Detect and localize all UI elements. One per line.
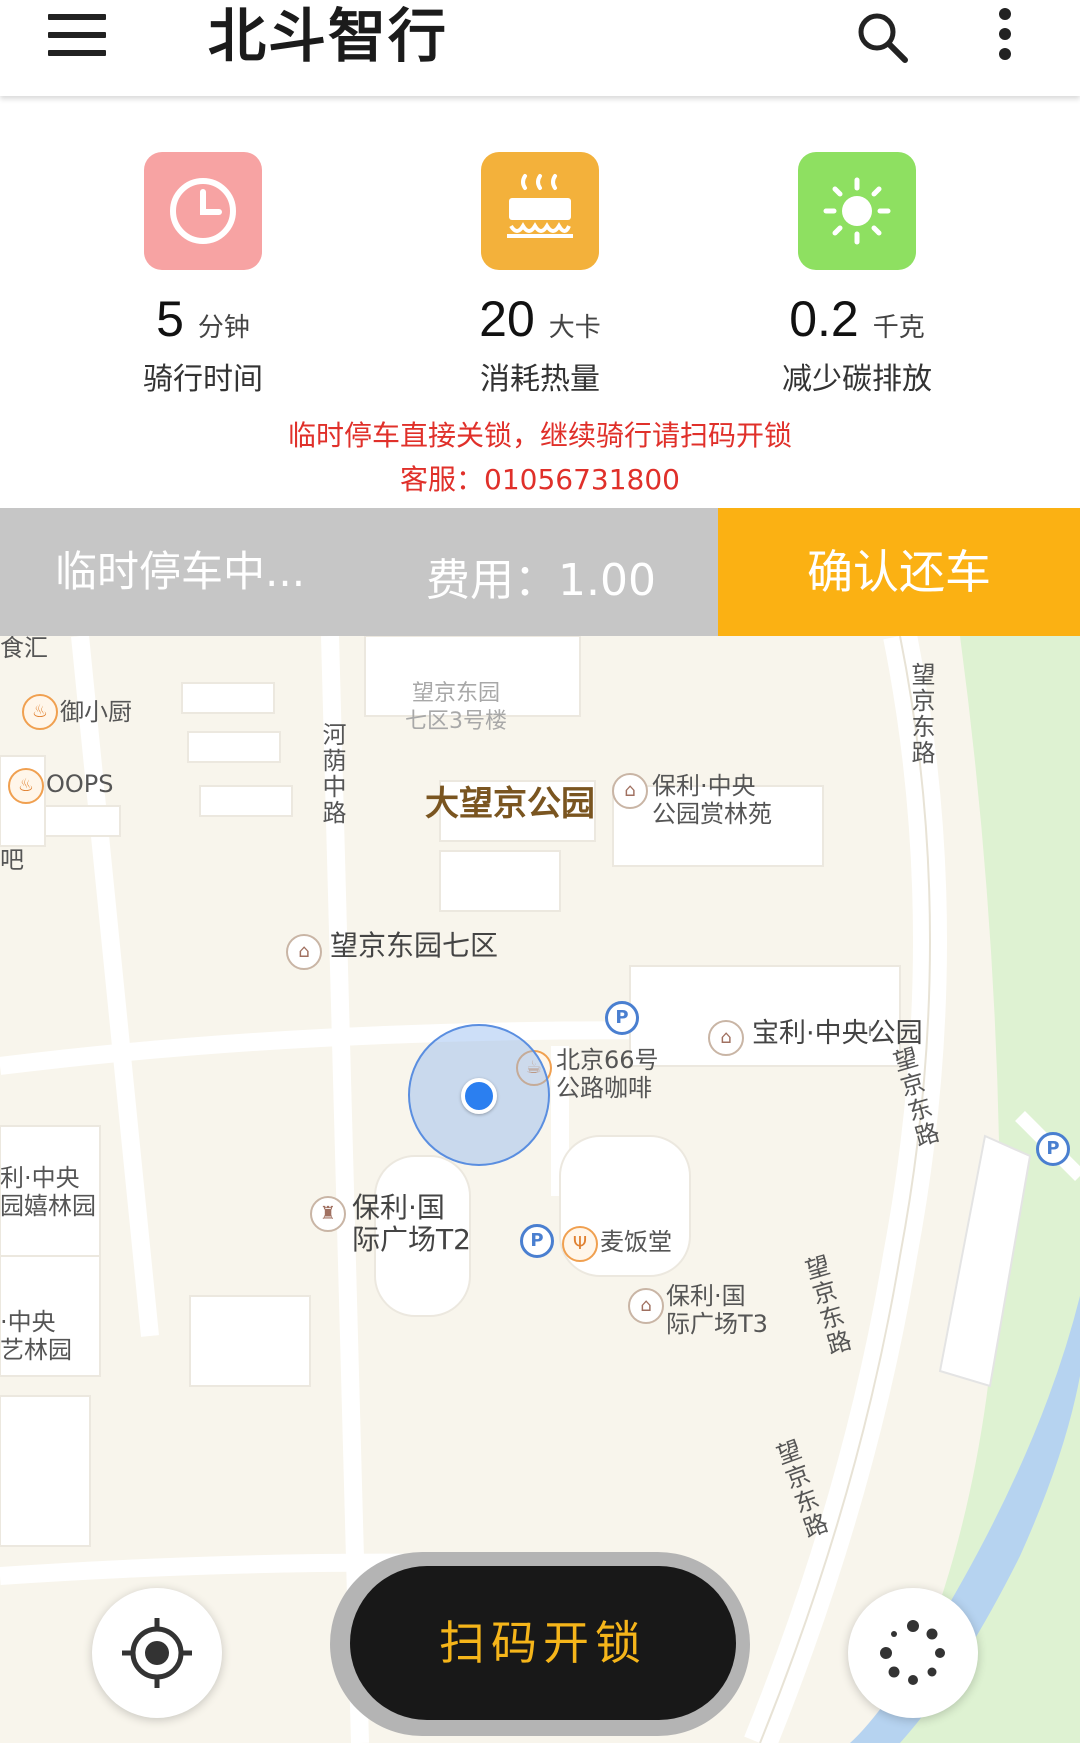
- map-label-yuxiaochu: 御小厨: [60, 698, 132, 726]
- map-label-wangjing-east-road-top: 望京东路: [907, 662, 935, 766]
- app-title: 北斗智行: [208, 2, 449, 70]
- calories-unit: 大卡: [548, 313, 601, 343]
- customer-service-phone: 客服：01056731800: [400, 463, 680, 496]
- ride-stats-panel: 5 分钟 骑行时间 20 大卡 消耗热量 0.2 千克 减少碳排放 临时停车直接…: [0, 96, 1080, 506]
- parking-status-text: 临时停车中...: [55, 547, 306, 596]
- restaurant-icon[interactable]: ♨: [22, 694, 58, 730]
- app-bar: 北斗智行: [0, 0, 1080, 96]
- map-label-yilinyuan: ·中央 艺林园: [0, 1308, 72, 1364]
- building-icon[interactable]: ⌂: [612, 773, 648, 809]
- search-icon[interactable]: [855, 10, 909, 64]
- calories-value: 20: [479, 291, 535, 347]
- fee-text: 费用：1.00: [426, 555, 656, 606]
- map-label-oops: OOPS: [46, 770, 114, 798]
- carbon-label: 减少碳排放: [782, 362, 932, 397]
- parking-icon[interactable]: P: [1036, 1132, 1070, 1166]
- sun-icon: [798, 152, 916, 270]
- map-label-wangjing-7-3: 望京东园 七区3号楼: [405, 681, 507, 734]
- hot-pot-icon: [481, 152, 599, 270]
- confirm-return-button[interactable]: 确认还车: [718, 508, 1080, 636]
- map-label-wangjing-east-garden-7: 望京东园七区: [330, 929, 499, 962]
- map-label-baoli-t2: 保利·国 际广场T2: [352, 1191, 471, 1256]
- stat-calories: 20 大卡 消耗热量: [390, 152, 690, 398]
- parking-icon[interactable]: P: [520, 1224, 554, 1258]
- map-label-baoli-t3: 保利·国 际广场T3: [666, 1282, 768, 1338]
- current-location-dot: [461, 1078, 497, 1114]
- clock-icon: [144, 152, 262, 270]
- parking-notice-line: 临时停车直接关锁，继续骑行请扫码开锁: [287, 419, 792, 452]
- carbon-value: 0.2: [789, 291, 859, 347]
- ride-time-value: 5: [156, 291, 184, 347]
- map-label-ba: 吧: [0, 846, 24, 874]
- map-label-beijing-66-cafe: 北京66号 公路咖啡: [556, 1046, 659, 1102]
- restaurant-icon[interactable]: Ψ: [562, 1226, 598, 1262]
- ride-time-label: 骑行时间: [143, 362, 263, 397]
- map-label-maifantang: 麦饭堂: [600, 1228, 672, 1256]
- building-icon[interactable]: ⌂: [708, 1020, 744, 1056]
- map-label-dawangjing-park: 大望京公园: [425, 784, 595, 824]
- map-label-shihui: 食汇: [0, 636, 48, 662]
- calories-label: 消耗热量: [480, 362, 600, 397]
- menu-icon[interactable]: [48, 14, 106, 56]
- loading-spinner-icon: [880, 1620, 945, 1685]
- refresh-button[interactable]: [848, 1588, 978, 1718]
- restaurant-icon[interactable]: ♨: [8, 768, 44, 804]
- building-icon[interactable]: ⌂: [628, 1288, 664, 1324]
- ride-time-unit: 分钟: [197, 313, 250, 343]
- stat-ride-time: 5 分钟 骑行时间: [53, 152, 353, 398]
- map-label-baoli-shanglinyuan: 保利·中央 公园赏林苑: [652, 772, 772, 828]
- carbon-unit: 千克: [872, 313, 925, 343]
- crosshair-icon: [122, 1618, 192, 1688]
- map-label-xilinyuan: 利·中央 园嬉林园: [0, 1164, 96, 1220]
- map-label-baoli-central-park: 宝利·中央公园: [752, 1018, 923, 1049]
- scan-unlock-button[interactable]: 扫码开锁: [350, 1566, 736, 1720]
- tower-icon[interactable]: ♜: [310, 1196, 346, 1232]
- building-icon[interactable]: ⌂: [286, 934, 322, 970]
- parking-status-bar: 临时停车中... 费用：1.00 确认还车: [0, 508, 1080, 636]
- stat-carbon: 0.2 千克 减少碳排放: [707, 152, 1007, 398]
- parking-notice: 临时停车直接关锁，继续骑行请扫码开锁 客服：01056731800: [0, 414, 1080, 502]
- more-options-icon[interactable]: [990, 8, 1020, 68]
- parking-icon[interactable]: P: [605, 1001, 639, 1035]
- map-label-heyin-road: 河荫中路: [318, 722, 346, 826]
- locate-me-button[interactable]: [92, 1588, 222, 1718]
